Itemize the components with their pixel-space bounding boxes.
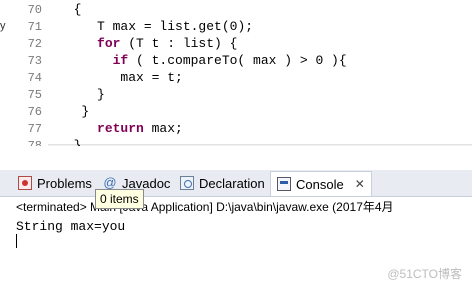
horizontal-scrollbar[interactable]: < <box>48 144 472 146</box>
left-view-fragment: y <box>0 20 6 32</box>
tab-declaration-label: Declaration <box>199 175 265 191</box>
left-view-strip: y <box>0 0 10 146</box>
code-text: (T t : list) { <box>120 36 238 51</box>
watermark: @51CTO博客 <box>387 267 462 281</box>
code-keyword: return <box>97 121 144 136</box>
line-number: 74 <box>27 71 42 85</box>
tab-problems[interactable]: Problems <box>12 172 98 194</box>
code-keyword: for <box>97 36 121 51</box>
line-number: 77 <box>27 122 42 136</box>
code-text: ( t.compareTo( max ) > 0 ){ <box>128 53 347 68</box>
panel-tab-bar: Problems @ Javadoc Declaration Console ✕ <box>0 170 472 197</box>
code-line[interactable]: max = t; <box>58 70 183 86</box>
tab-declaration[interactable]: Declaration <box>174 172 271 194</box>
code-line[interactable]: for (T t : list) { <box>58 36 237 52</box>
code-text: } <box>97 87 105 102</box>
javadoc-icon: @ <box>103 175 117 190</box>
code-line[interactable]: return max; <box>58 121 183 137</box>
code-text: } <box>73 138 82 146</box>
line-number: 72 <box>27 37 42 51</box>
tab-problems-label: Problems <box>37 175 92 191</box>
code-text: max; <box>143 121 183 136</box>
code-text: T max = list.get(0); <box>97 19 254 34</box>
code-editor[interactable]: y < 70 71 72 73 74 75 76 77 78 { T max = list.ge… <box>0 0 472 146</box>
code-line[interactable]: } <box>58 87 105 103</box>
declaration-icon <box>180 176 194 190</box>
code-line[interactable]: T max = list.get(0); <box>58 19 253 35</box>
line-number: 73 <box>27 54 42 68</box>
code-text: max = t; <box>120 70 183 85</box>
code-line[interactable]: } <box>58 138 82 146</box>
code-line[interactable]: } <box>58 104 89 120</box>
line-number: 75 <box>27 88 42 102</box>
text-caret <box>16 234 17 248</box>
console-output[interactable]: String max=you <box>16 219 125 234</box>
console-icon <box>277 177 291 191</box>
bottom-panel: Problems @ Javadoc Declaration Console ✕… <box>0 164 472 288</box>
code-keyword: if <box>112 53 129 68</box>
line-number: 71 <box>27 20 42 34</box>
close-icon[interactable]: ✕ <box>355 177 365 191</box>
code-line[interactable]: { <box>58 2 82 18</box>
line-number: 78 <box>27 139 42 146</box>
line-number: 70 <box>27 3 42 17</box>
code-text: } <box>81 104 90 119</box>
line-number: 76 <box>27 105 42 119</box>
code-line[interactable]: if ( t.compareTo( max ) > 0 ){ <box>58 53 347 69</box>
code-text: { <box>73 2 82 17</box>
console-launch-info: <terminated> Main [Java Application] D:\… <box>16 200 394 214</box>
tab-console[interactable]: Console ✕ <box>270 171 372 196</box>
tab-console-label: Console <box>296 176 344 192</box>
problems-icon <box>18 176 32 190</box>
items-tooltip: 0 items <box>95 189 144 209</box>
